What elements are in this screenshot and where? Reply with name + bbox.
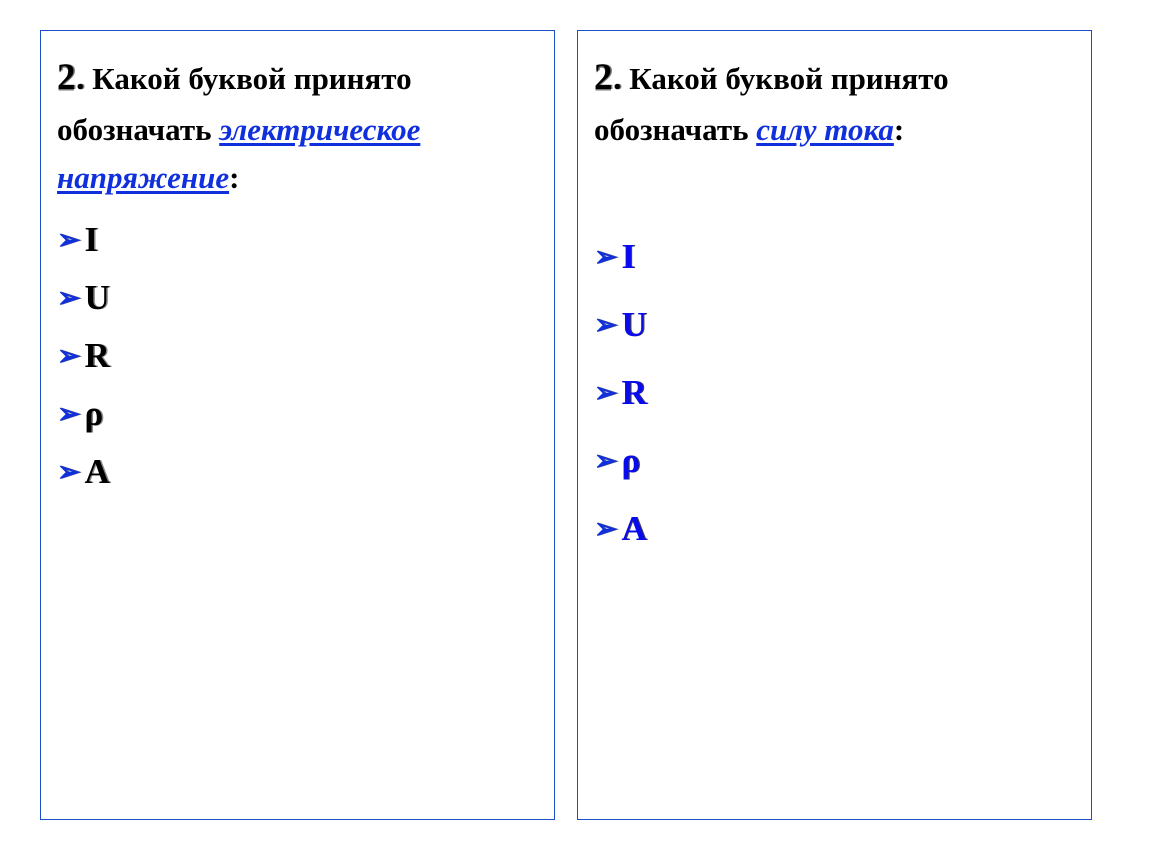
option-letter: ρ	[84, 396, 103, 431]
option-item: ➢ I	[57, 222, 538, 257]
option-item: ➢ A	[594, 511, 1075, 546]
option-letter: I	[84, 222, 98, 257]
chevron-right-icon: ➢	[57, 343, 80, 371]
chevron-right-icon: ➢	[57, 285, 80, 313]
question-text-right: 2. Какой буквой принято обозначать силу …	[594, 49, 1075, 154]
option-item: ➢ I	[594, 239, 1075, 274]
question-term: силу тока	[756, 112, 894, 147]
option-item: ➢ R	[57, 338, 538, 373]
chevron-right-icon: ➢	[57, 401, 80, 429]
chevron-right-icon: ➢	[594, 244, 617, 272]
option-letter: A	[84, 454, 109, 489]
question-number-dot: .	[76, 60, 85, 97]
question-number: 2	[594, 57, 613, 98]
options-list-right: ➢ I ➢ U ➢ R ➢ ρ ➢ A	[594, 239, 1075, 546]
option-letter: R	[621, 375, 646, 410]
option-letter: I	[621, 239, 635, 274]
slide-container: 2. Какой буквой принято обозначать элект…	[0, 0, 1150, 840]
question-box-right: 2. Какой буквой принято обозначать силу …	[577, 30, 1092, 820]
chevron-right-icon: ➢	[594, 380, 617, 408]
question-colon: :	[229, 160, 239, 195]
option-item: ➢ U	[594, 307, 1075, 342]
option-item: ➢ ρ	[594, 443, 1075, 478]
option-item: ➢ R	[594, 375, 1075, 410]
option-item: ➢ U	[57, 280, 538, 315]
option-letter: U	[621, 307, 646, 342]
options-list-left: ➢ I ➢ U ➢ R ➢ ρ ➢ A	[57, 222, 538, 489]
chevron-right-icon: ➢	[594, 312, 617, 340]
question-box-left: 2. Какой буквой принято обозначать элект…	[40, 30, 555, 820]
option-letter: U	[84, 280, 109, 315]
question-colon: :	[894, 112, 904, 147]
option-letter: ρ	[621, 443, 640, 478]
chevron-right-icon: ➢	[594, 448, 617, 476]
option-letter: R	[84, 338, 109, 373]
chevron-right-icon: ➢	[594, 516, 617, 544]
chevron-right-icon: ➢	[57, 227, 80, 255]
option-item: ➢ ρ	[57, 396, 538, 431]
option-letter: A	[621, 511, 646, 546]
option-item: ➢ A	[57, 454, 538, 489]
question-number: 2	[57, 57, 76, 98]
question-text-left: 2. Какой буквой принято обозначать элект…	[57, 49, 538, 202]
chevron-right-icon: ➢	[57, 459, 80, 487]
question-number-dot: .	[613, 60, 622, 97]
